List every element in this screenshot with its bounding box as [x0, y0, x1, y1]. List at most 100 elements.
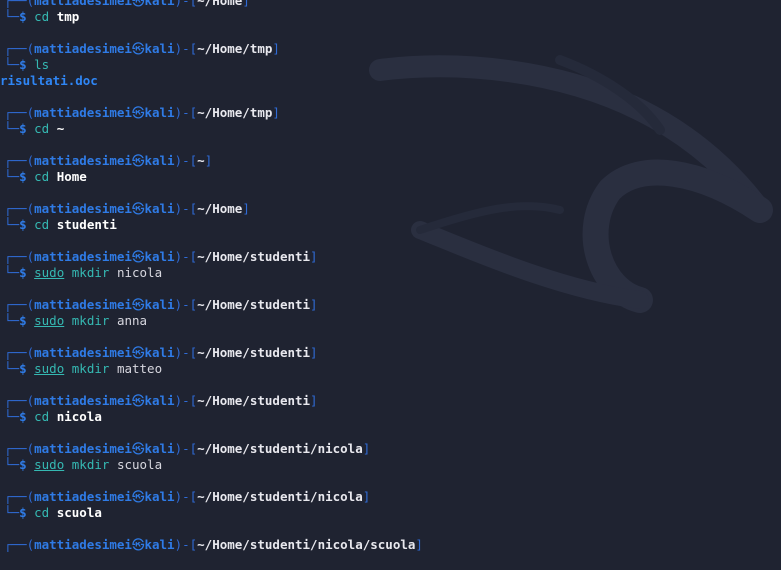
- command-name: cd: [34, 9, 50, 24]
- prompt-host: kali: [144, 537, 175, 552]
- prompt-frame-mid: )-[: [174, 297, 198, 312]
- prompt-host: kali: [144, 249, 175, 264]
- prompt-frame-end: ]: [310, 345, 318, 360]
- prompt-frame-bottom: └─: [4, 361, 20, 376]
- prompt-frame-end: ]: [204, 153, 213, 168]
- prompt-frame-bottom: └─: [4, 265, 20, 280]
- command-name: mkdir: [71, 265, 110, 280]
- prompt-frame-bottom: └─: [4, 313, 20, 328]
- prompt-path: ~/Home/studenti: [197, 393, 311, 408]
- prompt-frame-top: ┌──(: [4, 105, 35, 120]
- prompt-user: mattiadesimei: [34, 489, 132, 504]
- prompt-path: ~/Home: [197, 0, 243, 8]
- command-argument: anna: [116, 313, 148, 328]
- command-line: └─$ sudo mkdir matteo: [4, 361, 781, 377]
- prompt-path: ~: [197, 153, 205, 168]
- prompt-line: ┌──(mattiadesimei㉿kali)-[~/Home/studenti…: [4, 297, 781, 313]
- command-line: └─$ cd studenti: [4, 217, 781, 233]
- prompt-frame-end: ]: [310, 249, 318, 264]
- command-name: cd: [34, 169, 50, 184]
- command-name: mkdir: [71, 313, 110, 328]
- prompt-user: mattiadesimei: [34, 537, 132, 552]
- prompt-host: kali: [144, 41, 175, 56]
- prompt-path: ~/Home/studenti/nicola: [197, 441, 363, 456]
- prompt-line: ┌──(mattiadesimei㉿kali)-[~/Home]: [4, 0, 781, 9]
- prompt-frame-bottom: └─: [4, 217, 20, 232]
- command-line: └─$ sudo mkdir anna: [4, 313, 781, 329]
- prompt-dollar: $: [19, 9, 27, 24]
- prompt-frame-end: ]: [362, 489, 371, 504]
- prompt-frame-mid: )-[: [174, 153, 198, 168]
- sudo-keyword: sudo: [34, 361, 65, 376]
- command-name: mkdir: [71, 457, 110, 472]
- prompt-dollar: $: [19, 361, 27, 376]
- kali-skull-icon: ㉿: [131, 537, 145, 552]
- prompt-frame-top: ┌──(: [4, 297, 35, 312]
- prompt-frame-mid: )-[: [174, 249, 198, 264]
- command-argument: nicola: [116, 265, 163, 280]
- prompt-host: kali: [144, 105, 175, 120]
- prompt-frame-bottom: └─: [4, 57, 20, 72]
- prompt-frame-top: ┌──(: [4, 537, 35, 552]
- prompt-frame-top: ┌──(: [4, 249, 35, 264]
- prompt-dollar: $: [19, 505, 27, 520]
- prompt-path: ~/Home/studenti/nicola/scuola: [197, 537, 416, 552]
- prompt-user: mattiadesimei: [34, 345, 132, 360]
- prompt-line: ┌──(mattiadesimei㉿kali)-[~/Home/studenti…: [4, 441, 781, 457]
- prompt-dollar: $: [19, 457, 27, 472]
- sudo-keyword: sudo: [34, 265, 65, 280]
- kali-skull-icon: ㉿: [131, 153, 145, 168]
- kali-skull-icon: ㉿: [131, 201, 145, 216]
- prompt-host: kali: [144, 345, 175, 360]
- prompt-frame-top: ┌──(: [4, 201, 35, 216]
- prompt-frame-mid: )-[: [174, 105, 198, 120]
- prompt-frame-end: ]: [362, 441, 371, 456]
- command-argument: tmp: [56, 9, 80, 24]
- prompt-frame-mid: )-[: [174, 201, 198, 216]
- prompt-frame-end: ]: [310, 297, 318, 312]
- prompt-host: kali: [144, 0, 175, 8]
- kali-skull-icon: ㉿: [131, 345, 145, 360]
- prompt-host: kali: [144, 489, 175, 504]
- prompt-frame-bottom: └─: [4, 121, 20, 136]
- prompt-dollar: $: [19, 169, 27, 184]
- command-argument: nicola: [56, 409, 102, 424]
- command-line: └─$ cd ~: [4, 121, 781, 137]
- prompt-user: mattiadesimei: [34, 297, 132, 312]
- prompt-frame-mid: )-[: [174, 441, 198, 456]
- prompt-host: kali: [144, 297, 175, 312]
- command-name: cd: [34, 505, 50, 520]
- kali-skull-icon: ㉿: [131, 297, 145, 312]
- prompt-host: kali: [144, 393, 175, 408]
- prompt-frame-end: ]: [272, 41, 280, 56]
- kali-skull-icon: ㉿: [131, 105, 145, 120]
- prompt-user: mattiadesimei: [34, 105, 132, 120]
- prompt-path: ~/Home/studenti: [197, 249, 311, 264]
- prompt-frame-bottom: └─: [4, 505, 20, 520]
- command-name: mkdir: [71, 361, 110, 376]
- prompt-user: mattiadesimei: [34, 153, 132, 168]
- prompt-frame-top: ┌──(: [4, 41, 35, 56]
- terminal-output[interactable]: ┌──(mattiadesimei㉿kali)-[~/Home] └─$ cd t…: [0, 0, 781, 570]
- prompt-frame-end: ]: [242, 0, 250, 8]
- prompt-user: mattiadesimei: [34, 201, 132, 216]
- prompt-path: ~/Home/studenti/nicola: [197, 489, 363, 504]
- prompt-frame-mid: )-[: [174, 489, 198, 504]
- prompt-line: ┌──(mattiadesimei㉿kali)-[~/Home/tmp]: [4, 105, 781, 121]
- command-argument: Home: [56, 169, 87, 184]
- prompt-frame-bottom: └─: [4, 169, 20, 184]
- command-name: cd: [34, 217, 50, 232]
- command-line: └─$ cd Home: [4, 169, 781, 185]
- command-name: cd: [34, 409, 50, 424]
- prompt-user: mattiadesimei: [34, 41, 132, 56]
- kali-skull-icon: ㉿: [131, 489, 145, 504]
- prompt-user: mattiadesimei: [34, 249, 132, 264]
- sudo-keyword: sudo: [34, 457, 65, 472]
- command-line: └─$ ls: [4, 57, 781, 73]
